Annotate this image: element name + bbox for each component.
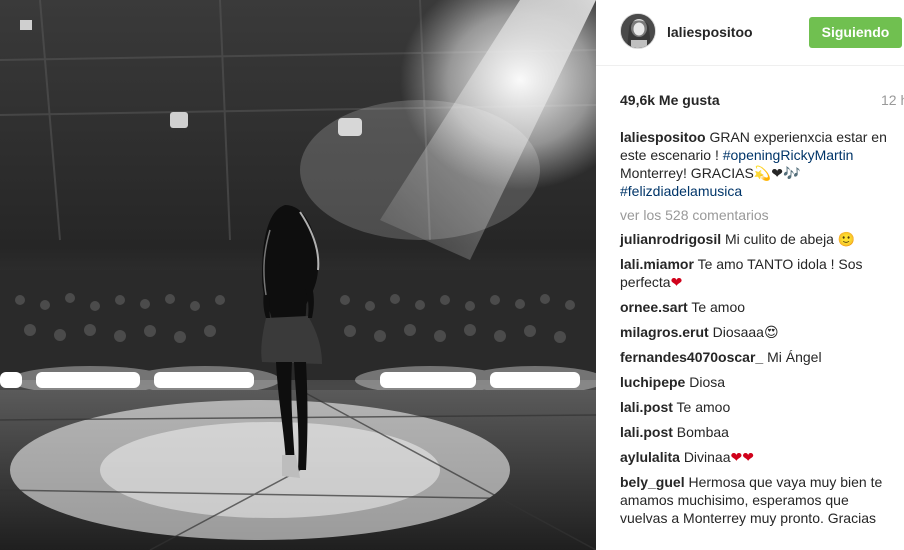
comment-item: bely_guel Hermosa que vaya muy bien te a… <box>620 473 896 527</box>
comment-username[interactable]: lali.miamor <box>620 256 694 272</box>
caption-username[interactable]: laliespositoo <box>620 129 706 145</box>
likes-row: 49,6k Me gusta 12 h <box>620 92 904 112</box>
post-caption: laliespositoo GRAN experienxcia estar en… <box>620 128 896 200</box>
following-button[interactable]: Siguiendo <box>809 17 902 48</box>
comment-text: Bombaa <box>676 424 729 440</box>
comment-item: luchipepe Diosa <box>620 373 896 391</box>
comment-username[interactable]: julianrodrigosil <box>620 231 721 247</box>
comment-username[interactable]: luchipepe <box>620 374 685 390</box>
comment-username[interactable]: fernandes4070oscar_ <box>620 349 763 365</box>
comment-username[interactable]: bely_guel <box>620 474 685 490</box>
comment-username[interactable]: lali.post <box>620 424 673 440</box>
comment-item: lali.post Bombaa <box>620 423 896 441</box>
comment-item: lali.miamor Te amo TANTO idola ! Sos per… <box>620 255 896 291</box>
header-username-link[interactable]: laliespositoo <box>667 24 753 40</box>
comment-item: ornee.sart Te amoo <box>620 298 896 316</box>
comment-text: Diosaaa <box>712 324 764 340</box>
comment-item: aylulalita Divinaa❤❤ <box>620 448 896 466</box>
heart-emoji-icon: ❤ <box>670 274 683 290</box>
view-all-comments-link[interactable]: ver los 528 comentarios <box>620 206 896 224</box>
comment-text: Mi Ángel <box>767 349 822 365</box>
post-header: laliespositoo Siguiendo <box>596 0 904 66</box>
post-photo[interactable] <box>0 0 596 550</box>
comment-username[interactable]: lali.post <box>620 399 673 415</box>
comment-item: lali.post Te amoo <box>620 398 896 416</box>
hashtag-felizdiadelamusica[interactable]: #felizdiadelamusica <box>620 183 742 199</box>
stage-photo-image <box>0 0 596 550</box>
hearts-emoji-icon: ❤❤ <box>730 449 754 465</box>
comment-text: Mi culito de abeja <box>725 231 834 247</box>
post-side-panel: laliespositoo Siguiendo 49,6k Me gusta 1… <box>596 0 904 550</box>
comment-text: Te amoo <box>676 399 731 415</box>
avatar-image <box>621 14 655 48</box>
comment-text: Divinaa <box>683 449 731 465</box>
comments-list: laliespositoo GRAN experienxcia estar en… <box>620 128 896 534</box>
comment-username[interactable]: milagros.erut <box>620 324 709 340</box>
caption-emoji: 💫❤🎶 <box>753 165 801 181</box>
comment-text: Te amoo <box>691 299 746 315</box>
comment-item: fernandes4070oscar_ Mi Ángel <box>620 348 896 366</box>
comment-item: julianrodrigosil Mi culito de abeja 🙂 <box>620 230 896 248</box>
smile-emoji-icon: 🙂 <box>837 231 856 247</box>
comment-text: Diosa <box>689 374 726 390</box>
avatar[interactable] <box>620 13 656 49</box>
like-count[interactable]: 49,6k Me gusta <box>620 92 720 108</box>
post-timestamp[interactable]: 12 h <box>881 92 904 108</box>
comment-username[interactable]: ornee.sart <box>620 299 688 315</box>
heart-eyes-emoji-icon: 😍 <box>763 324 779 340</box>
hashtag-openingrickymartin[interactable]: #openingRickyMartin <box>723 147 854 163</box>
caption-text-2: Monterrey! GRACIAS <box>620 165 754 181</box>
comment-item: milagros.erut Diosaaa😍 <box>620 323 896 341</box>
comment-username[interactable]: aylulalita <box>620 449 680 465</box>
